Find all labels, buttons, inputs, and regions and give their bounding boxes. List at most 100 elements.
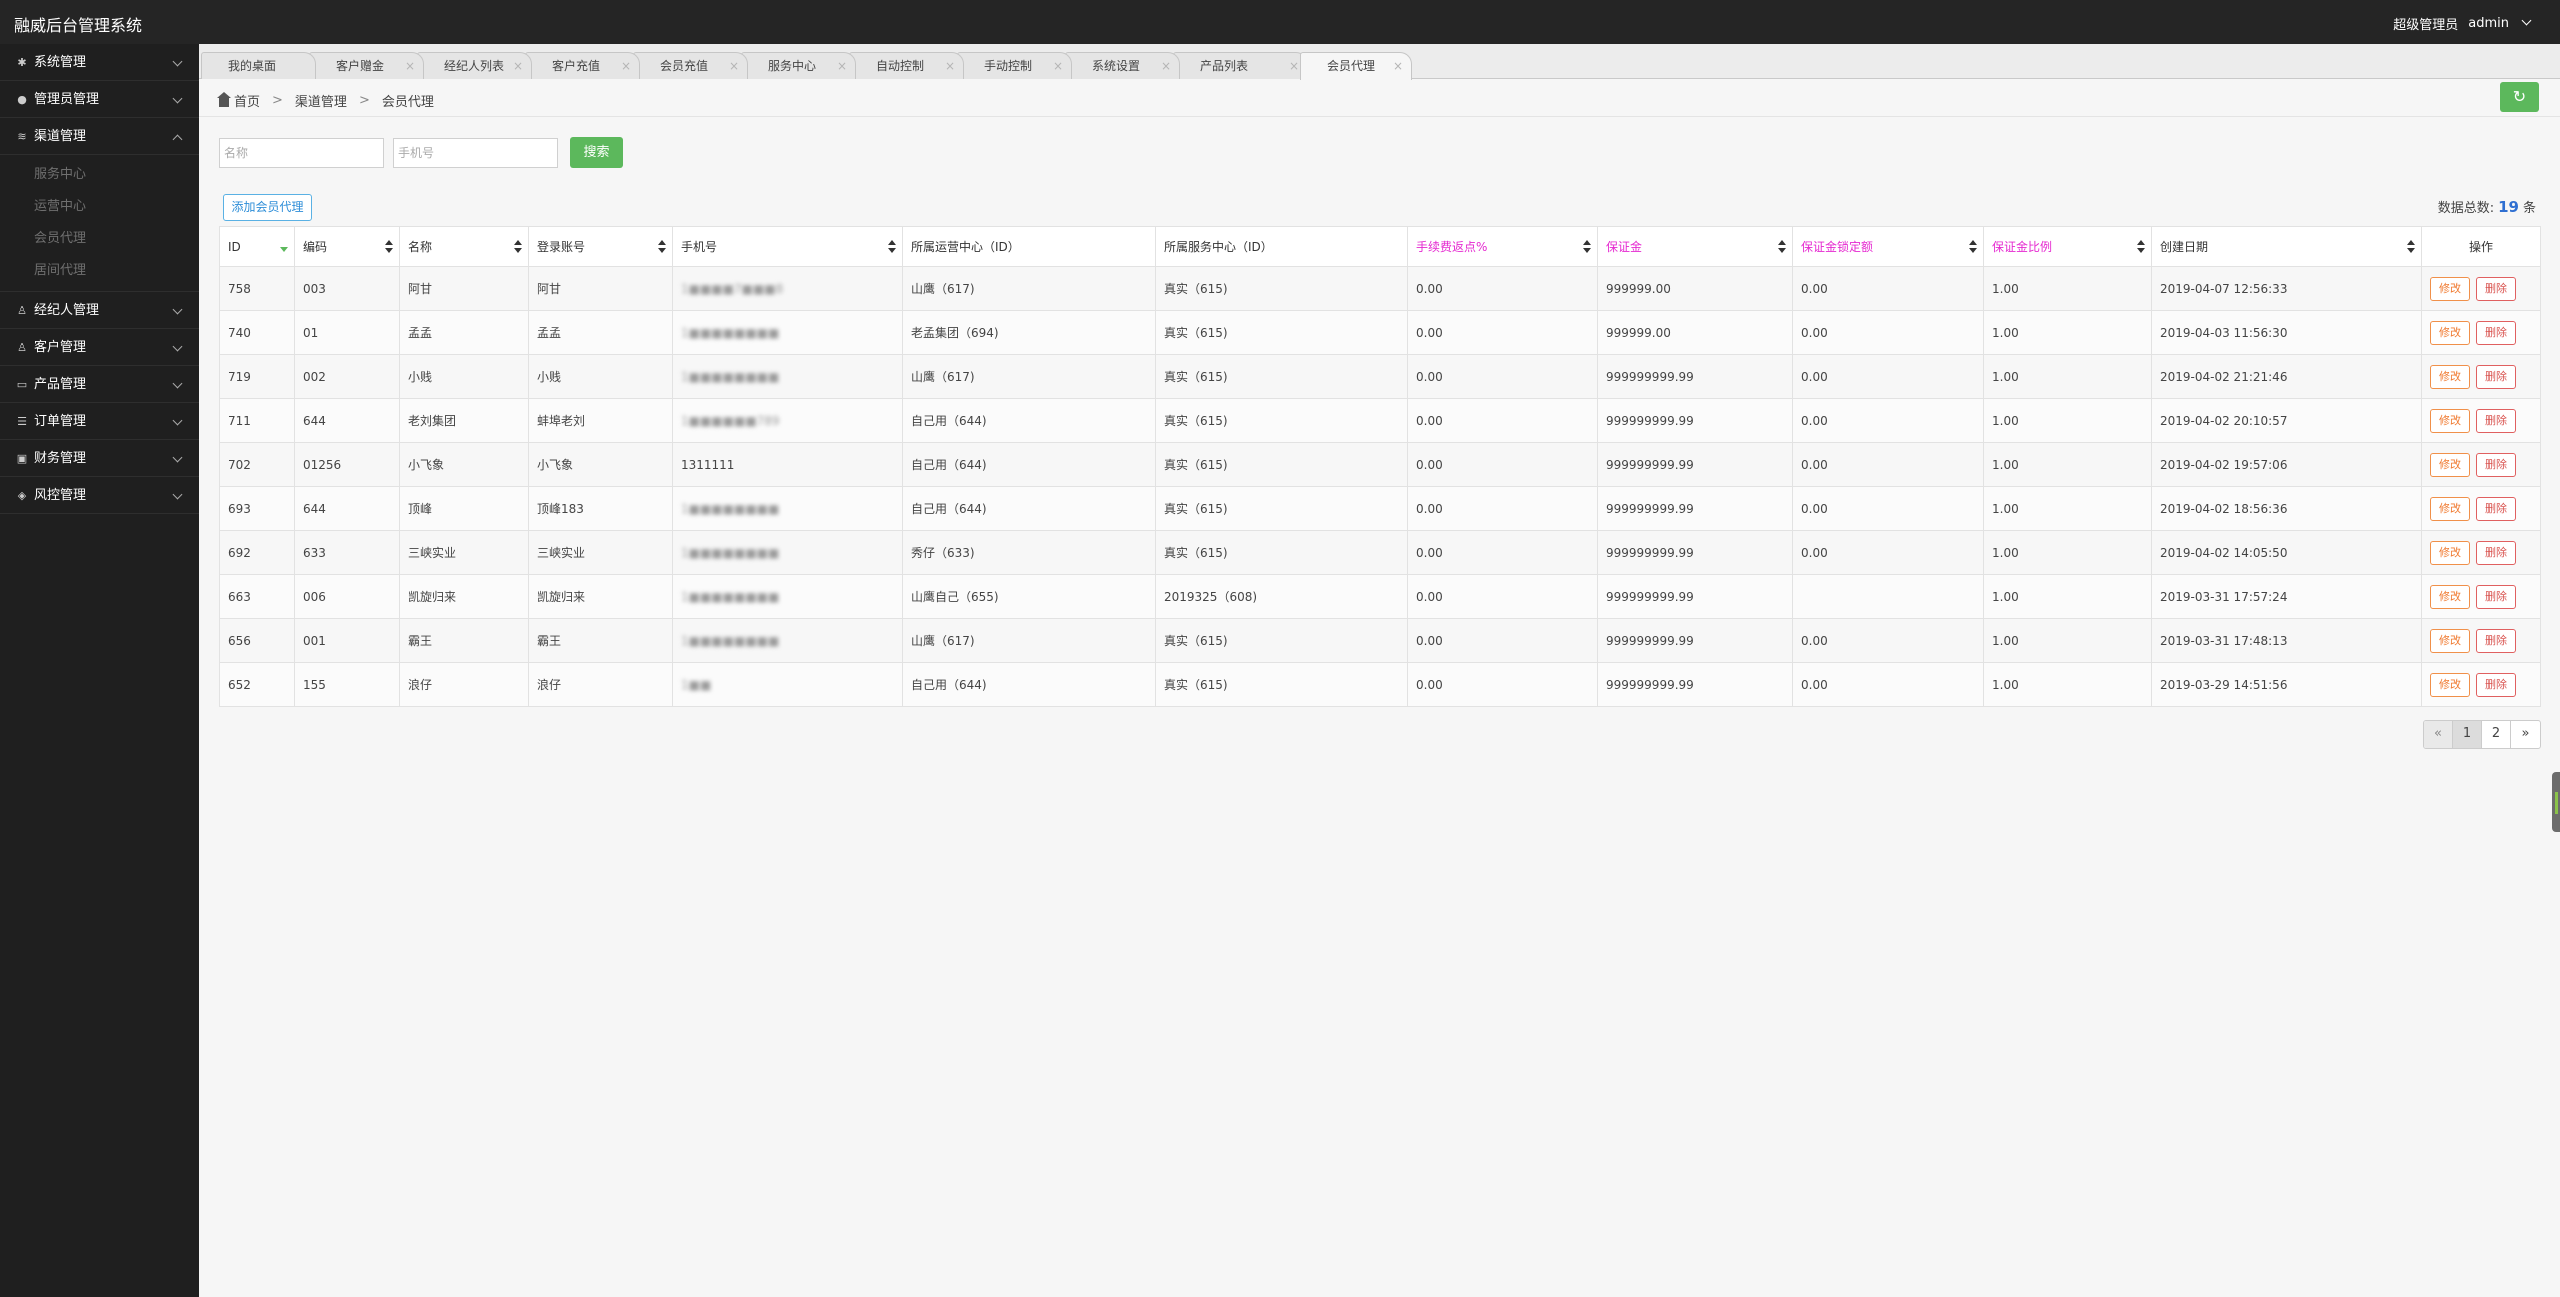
table-cell: 顶峰183 xyxy=(528,486,673,531)
lock-icon: ▣ xyxy=(16,452,28,465)
delete-button[interactable]: 删除 xyxy=(2476,452,2516,477)
sidebar-group[interactable]: ≋ 渠道管理 xyxy=(0,118,199,155)
column-header[interactable]: 手续费返点% xyxy=(1407,226,1598,267)
sidebar-group[interactable]: ✱ 系统管理 xyxy=(0,44,199,81)
column-header[interactable]: 保证金比例 xyxy=(1983,226,2152,267)
tab-label: 我的桌面 xyxy=(228,59,277,73)
edit-button[interactable]: 修改 xyxy=(2430,408,2470,433)
close-icon[interactable]: × xyxy=(1161,53,1171,79)
chevron-down-icon xyxy=(172,304,183,315)
user-menu[interactable]: 超级管理员 admin xyxy=(2393,14,2532,33)
close-icon[interactable]: × xyxy=(621,53,631,79)
tab[interactable]: 手动控制 × xyxy=(957,52,1072,79)
column-header[interactable]: 保证金锁定额 xyxy=(1792,226,1984,267)
breadcrumb: 首页 > 渠道管理 > 会员代理 xyxy=(217,88,434,112)
tab[interactable]: 客户充值 × xyxy=(525,52,640,79)
delete-button[interactable]: 删除 xyxy=(2476,540,2516,565)
column-header[interactable]: 手机号 xyxy=(672,226,903,267)
sidebar-group[interactable]: ☰ 订单管理 xyxy=(0,403,199,440)
cell-text: 山鹰自己（655) xyxy=(911,590,999,604)
pager-next-button[interactable]: » xyxy=(2511,721,2540,748)
column-header[interactable]: 名称 xyxy=(399,226,529,267)
tab[interactable]: 自动控制 × xyxy=(849,52,964,79)
edit-button[interactable]: 修改 xyxy=(2430,496,2470,521)
edit-button[interactable]: 修改 xyxy=(2430,276,2470,301)
sidebar-group[interactable]: ▭ 产品管理 xyxy=(0,366,199,403)
delete-button[interactable]: 删除 xyxy=(2476,628,2516,653)
sidebar-subitem[interactable]: 运营中心 xyxy=(0,191,199,223)
breadcrumb-home[interactable]: 首页 xyxy=(217,91,260,110)
add-member-agent-button[interactable]: 添加会员代理 xyxy=(223,194,312,221)
tab[interactable]: 服务中心 × xyxy=(741,52,856,79)
pager-prev-button[interactable]: « xyxy=(2424,721,2453,748)
delete-button[interactable]: 删除 xyxy=(2476,496,2516,521)
name-filter-input[interactable] xyxy=(219,138,384,168)
breadcrumb-parent[interactable]: 渠道管理 xyxy=(295,91,347,110)
sidebar-group[interactable]: ♙ 客户管理 xyxy=(0,329,199,366)
table-cell: 山鹰（617) xyxy=(902,354,1156,399)
sidebar-subitem[interactable]: 服务中心 xyxy=(0,159,199,191)
close-icon[interactable]: × xyxy=(945,53,955,79)
table-cell: 0.00 xyxy=(1792,530,1984,575)
tab[interactable]: 产品列表 × xyxy=(1173,52,1308,79)
delete-button[interactable]: 删除 xyxy=(2476,672,2516,697)
column-header[interactable]: 所属运营中心（ID） xyxy=(902,226,1156,267)
edit-button[interactable]: 修改 xyxy=(2430,584,2470,609)
close-icon[interactable]: × xyxy=(1289,53,1299,79)
tab[interactable]: 会员充值 × xyxy=(633,52,748,79)
sidebar-group[interactable]: ▣ 财务管理 xyxy=(0,440,199,477)
table-row: 758 003 阿甘 阿甘 1■■■■7■■■8 山鹰（617) 真实（615) 0.00 99… xyxy=(219,266,2541,311)
column-header[interactable]: 登录账号 xyxy=(528,226,673,267)
pager-page-button[interactable]: 1 xyxy=(2453,721,2482,748)
close-icon[interactable]: × xyxy=(405,53,415,79)
close-icon[interactable]: × xyxy=(837,53,847,79)
sidebar-group[interactable]: ● 管理员管理 xyxy=(0,81,199,118)
cell-text: 山鹰（617) xyxy=(911,634,975,648)
sidebar-group[interactable]: ♙ 经纪人管理 xyxy=(0,292,199,329)
table-cell: 1■■■■7■■■8 xyxy=(672,266,903,311)
side-widget-handle[interactable] xyxy=(2552,772,2560,832)
sidebar-subitem[interactable]: 居间代理 xyxy=(0,255,199,287)
sidebar-group[interactable]: ◈ 风控管理 xyxy=(0,477,199,514)
cell-text: 浪仔 xyxy=(408,678,433,692)
search-button[interactable]: 搜索 xyxy=(570,137,623,168)
edit-button[interactable]: 修改 xyxy=(2430,320,2470,345)
cell-text: 999999999.99 xyxy=(1606,545,1694,560)
tab[interactable]: 客户赠金 × xyxy=(309,52,424,79)
edit-button[interactable]: 修改 xyxy=(2430,672,2470,697)
close-icon[interactable]: × xyxy=(729,53,739,79)
delete-button[interactable]: 删除 xyxy=(2476,584,2516,609)
close-icon[interactable]: × xyxy=(1053,53,1063,79)
edit-button[interactable]: 修改 xyxy=(2430,364,2470,389)
delete-button[interactable]: 删除 xyxy=(2476,408,2516,433)
close-icon[interactable]: × xyxy=(513,53,523,79)
column-header[interactable]: ID xyxy=(219,226,295,267)
table-cell: 2019-04-03 11:56:30 xyxy=(2151,310,2422,355)
sidebar-group-label: 风控管理 xyxy=(34,488,87,503)
column-header[interactable]: 编码 xyxy=(294,226,400,267)
delete-button[interactable]: 删除 xyxy=(2476,276,2516,301)
tab[interactable]: 会员代理 × xyxy=(1300,52,1412,80)
tab[interactable]: 经纪人列表 × xyxy=(417,52,532,79)
edit-button[interactable]: 修改 xyxy=(2430,452,2470,477)
close-icon[interactable]: × xyxy=(1393,53,1403,79)
refresh-button[interactable]: ↻ xyxy=(2500,82,2539,112)
tab[interactable]: 系统设置 × xyxy=(1065,52,1180,79)
sidebar-subitem[interactable]: 会员代理 xyxy=(0,223,199,255)
column-header-label: 保证金比例 xyxy=(1992,240,2053,254)
phone-filter-input[interactable] xyxy=(393,138,558,168)
edit-button[interactable]: 修改 xyxy=(2430,628,2470,653)
cell-text: 2019-04-02 18:56:36 xyxy=(2160,501,2288,516)
table-cell: 999999999.99 xyxy=(1597,442,1793,487)
delete-button[interactable]: 删除 xyxy=(2476,364,2516,389)
tab[interactable]: 我的桌面 xyxy=(201,52,316,79)
column-header[interactable]: 保证金 xyxy=(1597,226,1793,267)
column-header[interactable]: 所属服务中心（ID） xyxy=(1155,226,1408,267)
cell-text: 0.00 xyxy=(1416,369,1443,384)
delete-button[interactable]: 删除 xyxy=(2476,320,2516,345)
edit-button[interactable]: 修改 xyxy=(2430,540,2470,565)
pager-page-button[interactable]: 2 xyxy=(2482,721,2511,748)
column-header[interactable]: 创建日期 xyxy=(2151,226,2422,267)
cell-text: 1.00 xyxy=(1992,325,2019,340)
table-cell-actions: 修改 删除 xyxy=(2421,398,2541,443)
